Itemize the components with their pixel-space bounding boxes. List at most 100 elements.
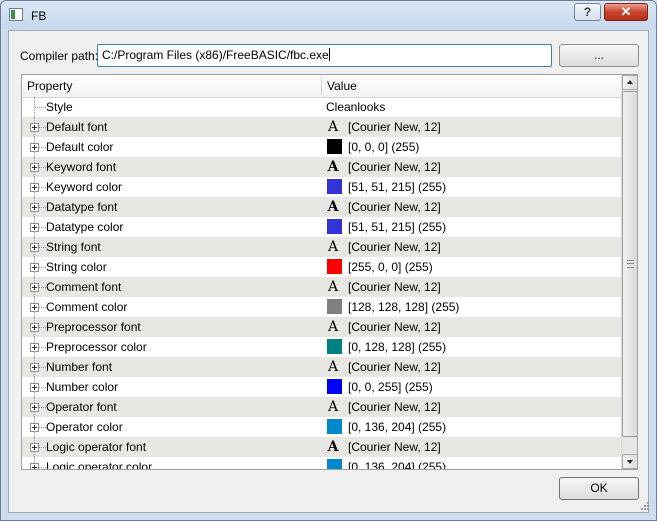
- expand-plus-icon[interactable]: [30, 163, 39, 172]
- scroll-up-arrow-icon[interactable]: [622, 75, 637, 90]
- browse-button[interactable]: ...: [559, 44, 639, 67]
- tree-row[interactable]: Comment font A [Courier New, 12]: [22, 277, 621, 297]
- property-value-cell[interactable]: A [Courier New, 12]: [326, 357, 621, 377]
- tree-row[interactable]: Default color [0, 0, 0] (255): [22, 137, 621, 157]
- tree-row[interactable]: Preprocessor color [0, 128, 128] (255): [22, 337, 621, 357]
- header-property[interactable]: Property: [27, 79, 72, 93]
- header-divider[interactable]: [321, 77, 322, 95]
- expand-plus-icon[interactable]: [30, 403, 39, 412]
- scrollbar-thumb[interactable]: [622, 91, 637, 437]
- expand-plus-icon[interactable]: [30, 143, 39, 152]
- expand-plus-icon[interactable]: [30, 263, 39, 272]
- tree-row[interactable]: Datatype color [51, 51, 215] (255): [22, 217, 621, 237]
- expand-plus-icon[interactable]: [30, 323, 39, 332]
- font-icon: A: [327, 159, 339, 175]
- ok-button[interactable]: OK: [559, 477, 639, 500]
- expand-plus-icon[interactable]: [30, 123, 39, 132]
- property-value-cell[interactable]: Cleanlooks: [326, 97, 621, 117]
- property-value: [255, 0, 0] (255): [348, 260, 433, 274]
- property-value: [0, 0, 0] (255): [348, 140, 420, 154]
- property-value: [0, 136, 204] (255): [348, 420, 447, 434]
- property-value-cell[interactable]: A [Courier New, 12]: [326, 197, 621, 217]
- property-name: String color: [46, 260, 107, 274]
- tree-branch-line: [39, 187, 46, 189]
- font-icon: A: [327, 279, 339, 295]
- scroll-down-arrow-icon[interactable]: [622, 454, 637, 469]
- property-value-cell[interactable]: [128, 128, 128] (255): [326, 297, 621, 317]
- property-value: [0, 0, 255] (255): [348, 380, 433, 394]
- tree-row[interactable]: Comment color [128, 128, 128] (255): [22, 297, 621, 317]
- property-value-cell[interactable]: [51, 51, 215] (255): [326, 217, 621, 237]
- color-swatch: [327, 299, 342, 314]
- font-icon: A: [327, 239, 339, 255]
- vertical-scrollbar[interactable]: [621, 75, 637, 469]
- property-value-cell[interactable]: [0, 0, 0] (255): [326, 137, 621, 157]
- property-name: Preprocessor color: [46, 340, 147, 354]
- expand-plus-icon[interactable]: [30, 463, 39, 469]
- expand-plus-icon[interactable]: [30, 443, 39, 452]
- compiler-path-value: C:/Program Files (x86)/FreeBASIC/fbc.exe: [102, 48, 329, 62]
- tree-branch-line: [39, 367, 46, 369]
- compiler-path-label: Compiler path:: [20, 49, 99, 63]
- property-name: Datatype font: [46, 200, 118, 214]
- color-swatch: [327, 379, 342, 394]
- property-value-cell[interactable]: A [Courier New, 12]: [326, 117, 621, 137]
- tree-row[interactable]: Operator color [0, 136, 204] (255): [22, 417, 621, 437]
- help-button[interactable]: ?: [574, 3, 601, 21]
- expand-plus-icon[interactable]: [30, 223, 39, 232]
- header-value[interactable]: Value: [327, 79, 357, 93]
- tree-row[interactable]: Logic operator font A [Courier New, 12]: [22, 437, 621, 457]
- title-bar[interactable]: FB ? ✕: [1, 1, 656, 31]
- tree-row[interactable]: Datatype font A [Courier New, 12]: [22, 197, 621, 217]
- tree-row[interactable]: Number color [0, 0, 255] (255): [22, 377, 621, 397]
- tree-row[interactable]: String color [255, 0, 0] (255): [22, 257, 621, 277]
- size-grip-icon[interactable]: [641, 502, 649, 510]
- expand-plus-icon[interactable]: [30, 363, 39, 372]
- property-tree[interactable]: Property Value Style Cleanlooks Default fo…: [21, 74, 638, 470]
- tree-branch-line: [39, 347, 46, 349]
- expand-plus-icon[interactable]: [30, 243, 39, 252]
- expand-plus-icon[interactable]: [30, 283, 39, 292]
- expand-plus-icon[interactable]: [30, 423, 39, 432]
- tree-row[interactable]: Logic operator color [0, 136, 204] (255): [22, 457, 621, 469]
- tree-row[interactable]: Default font A [Courier New, 12]: [22, 117, 621, 137]
- close-button[interactable]: ✕: [604, 3, 648, 21]
- compiler-path-input[interactable]: C:/Program Files (x86)/FreeBASIC/fbc.exe: [97, 44, 552, 67]
- expand-plus-icon[interactable]: [30, 383, 39, 392]
- property-value-cell[interactable]: [0, 136, 204] (255): [326, 417, 621, 437]
- property-value: [51, 51, 215] (255): [348, 180, 447, 194]
- property-value-cell[interactable]: [0, 136, 204] (255): [326, 457, 621, 469]
- property-value-cell[interactable]: A [Courier New, 12]: [326, 237, 621, 257]
- expand-plus-icon[interactable]: [30, 203, 39, 212]
- property-name: Operator color: [46, 420, 123, 434]
- tree-row[interactable]: String font A [Courier New, 12]: [22, 237, 621, 257]
- property-value-cell[interactable]: A [Courier New, 12]: [326, 277, 621, 297]
- tree-row[interactable]: Operator font A [Courier New, 12]: [22, 397, 621, 417]
- font-icon: A: [327, 119, 339, 135]
- color-swatch: [327, 179, 342, 194]
- tree-row[interactable]: Keyword font A [Courier New, 12]: [22, 157, 621, 177]
- property-name: Default color: [46, 140, 114, 154]
- tree-branch-line: [39, 407, 46, 409]
- property-value-cell[interactable]: A [Courier New, 12]: [326, 437, 621, 457]
- app-icon: [9, 8, 23, 21]
- tree-row[interactable]: Number font A [Courier New, 12]: [22, 357, 621, 377]
- expand-plus-icon[interactable]: [30, 183, 39, 192]
- property-value: [Courier New, 12]: [348, 360, 441, 374]
- tree-row[interactable]: Keyword color [51, 51, 215] (255): [22, 177, 621, 197]
- property-value-cell[interactable]: [0, 0, 255] (255): [326, 377, 621, 397]
- font-icon: A: [327, 319, 339, 335]
- property-value-cell[interactable]: A [Courier New, 12]: [326, 317, 621, 337]
- property-value-cell[interactable]: [255, 0, 0] (255): [326, 257, 621, 277]
- property-value-cell[interactable]: [0, 128, 128] (255): [326, 337, 621, 357]
- tree-branch-line: [39, 387, 46, 389]
- property-value-cell[interactable]: [51, 51, 215] (255): [326, 177, 621, 197]
- property-value-cell[interactable]: A [Courier New, 12]: [326, 157, 621, 177]
- tree-row[interactable]: Style Cleanlooks: [22, 97, 621, 117]
- property-name: Comment color: [46, 300, 128, 314]
- property-value-cell[interactable]: A [Courier New, 12]: [326, 397, 621, 417]
- expand-plus-icon[interactable]: [30, 303, 39, 312]
- property-name: Datatype color: [46, 220, 124, 234]
- tree-row[interactable]: Preprocessor font A [Courier New, 12]: [22, 317, 621, 337]
- expand-plus-icon[interactable]: [30, 343, 39, 352]
